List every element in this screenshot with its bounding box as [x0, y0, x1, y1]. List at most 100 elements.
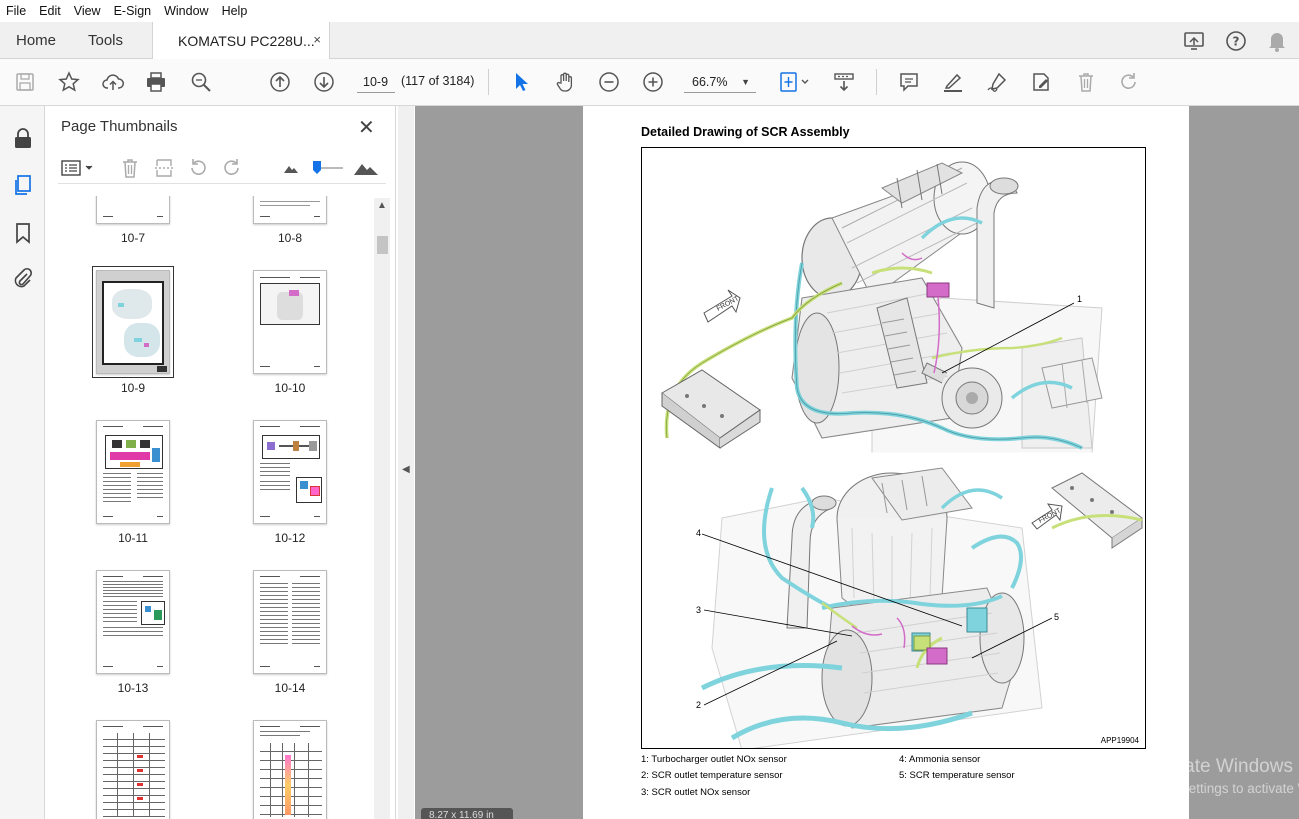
edit-stamp-icon[interactable]: [1029, 70, 1053, 94]
thumbnail-scrollbar[interactable]: ▲: [374, 198, 390, 819]
page-thumbnail[interactable]: [253, 270, 327, 374]
rotate-right-icon[interactable]: [220, 156, 244, 180]
panel-close-icon[interactable]: ✕: [358, 115, 375, 140]
thumbnail-label: 10-8: [277, 231, 303, 245]
rotate-left-icon[interactable]: [186, 156, 210, 180]
menu-bar: File Edit View E-Sign Window Help: [0, 0, 1299, 22]
tab-home[interactable]: Home: [16, 22, 56, 59]
page-number-input[interactable]: 10-9: [357, 71, 395, 93]
menu-edit[interactable]: Edit: [39, 4, 61, 18]
page-thumbnail[interactable]: [96, 570, 170, 674]
legend-item-3: 3: SCR outlet NOx sensor: [641, 787, 751, 798]
cloud-upload-icon[interactable]: [101, 70, 125, 94]
legend-item-2: 2: SCR outlet temperature sensor: [641, 770, 783, 781]
save-icon[interactable]: [13, 70, 37, 94]
page-thumbnails-icon[interactable]: [11, 173, 35, 197]
main-toolbar: 10-9 (117 of 3184) 66.7% ▼: [0, 59, 1299, 106]
toolbar-divider: [876, 69, 877, 95]
find-text-icon[interactable]: [189, 70, 213, 94]
redo-icon[interactable]: [1117, 70, 1141, 94]
notification-bell-icon[interactable]: [1266, 30, 1288, 52]
collapse-left-icon: ◀: [402, 464, 410, 475]
zoom-out-icon[interactable]: [597, 70, 621, 94]
thumbnail-label: 10-9: [120, 381, 146, 395]
activation-watermark-title: Activate Windows: [1143, 756, 1293, 777]
highlight-pen-icon[interactable]: [941, 70, 965, 94]
document-viewport[interactable]: Detailed Drawing of SCR Assembly FRONT 1…: [415, 106, 1299, 819]
scrollbar-thumb[interactable]: [377, 236, 388, 254]
next-page-icon[interactable]: [312, 70, 336, 94]
draw-pen-icon[interactable]: [985, 70, 1009, 94]
attachments-paperclip-icon[interactable]: [11, 266, 35, 290]
select-tool-icon[interactable]: [509, 70, 533, 94]
callout-5: 5: [1054, 612, 1059, 622]
thumbnail-label: 10-12: [274, 531, 306, 545]
comment-icon[interactable]: [897, 70, 921, 94]
thumbnail-label: 10-13: [117, 681, 149, 695]
share-screen-icon[interactable]: [1183, 30, 1205, 52]
scroll-mode-icon[interactable]: [832, 70, 856, 94]
menu-file[interactable]: File: [6, 4, 26, 18]
scr-assembly-figure: FRONT 1 FRONT 4 3 2 5 APP19904: [641, 147, 1146, 749]
thumbnail-label: 10-11: [118, 531, 148, 545]
tab-document[interactable]: KOMATSU PC228U... ×: [152, 22, 330, 60]
fit-page-icon[interactable]: [777, 70, 813, 94]
thumbnail-label: 10-14: [274, 681, 306, 695]
tab-tools[interactable]: Tools: [88, 22, 123, 59]
callout-4: 4: [696, 528, 701, 538]
page-thumbnails-panel: Page Thumbnails ✕ 10-7 10-8 10-9 10-10 1…: [45, 106, 396, 819]
scroll-up-icon[interactable]: ▲: [377, 200, 387, 211]
thumbnail-options-icon[interactable]: [60, 156, 96, 180]
page-thumbnail[interactable]: [96, 420, 170, 524]
page-thumbnail[interactable]: [253, 196, 327, 224]
split-pages-icon[interactable]: [152, 156, 176, 180]
hand-tool-icon[interactable]: [553, 70, 577, 94]
activation-watermark-subtitle: Go to Settings to activate Windows.: [1143, 781, 1299, 796]
delete-pages-icon[interactable]: [118, 156, 142, 180]
thumbnail-label: 10-10: [274, 381, 306, 395]
pdf-page: Detailed Drawing of SCR Assembly FRONT 1…: [583, 106, 1189, 819]
callout-2: 2: [696, 700, 701, 710]
zoom-level-select[interactable]: 66.7% ▼: [684, 71, 756, 93]
thumbnail-list: 10-7 10-8 10-9 10-10 10-11 10-12 10-13 1…: [58, 196, 374, 819]
page-thumbnail[interactable]: [96, 720, 170, 819]
zoom-level-value: 66.7%: [692, 75, 728, 89]
callout-3: 3: [696, 605, 701, 615]
page-thumbnail[interactable]: [96, 196, 170, 224]
help-icon[interactable]: ?: [1225, 30, 1247, 52]
page-thumbnail-selected[interactable]: [92, 266, 174, 378]
callout-1: 1: [1077, 294, 1082, 304]
previous-page-icon[interactable]: [268, 70, 292, 94]
menu-esign[interactable]: E-Sign: [114, 4, 152, 18]
toolbar-divider: [488, 69, 489, 95]
thumbnail-size-slider[interactable]: [309, 156, 345, 180]
chevron-down-icon: ▼: [741, 77, 750, 87]
legend-item-1: 1: Turbocharger outlet NOx sensor: [641, 754, 787, 765]
bookmarks-icon[interactable]: [11, 221, 35, 245]
panel-title: Page Thumbnails: [61, 118, 178, 135]
thumbnail-size-small-icon[interactable]: [279, 156, 303, 180]
figure-code: APP19904: [1100, 736, 1139, 745]
svg-text:?: ?: [1233, 35, 1240, 49]
delete-icon[interactable]: [1074, 70, 1098, 94]
lock-icon[interactable]: [11, 126, 35, 150]
page-thumbnail[interactable]: [253, 570, 327, 674]
page-size-indicator: 8.27 x 11.69 in: [421, 808, 513, 819]
legend-item-4: 4: Ammonia sensor: [899, 754, 981, 765]
menu-view[interactable]: View: [74, 4, 101, 18]
menu-window[interactable]: Window: [164, 4, 208, 18]
tab-document-label: KOMATSU PC228U...: [178, 33, 315, 49]
page-count: (117 of 3184): [401, 74, 475, 88]
zoom-in-icon[interactable]: [641, 70, 665, 94]
thumbnail-size-large-icon[interactable]: [352, 156, 380, 180]
tab-close-icon[interactable]: ×: [313, 32, 321, 47]
thumbnail-label: 10-7: [120, 231, 146, 245]
page-thumbnail[interactable]: [253, 420, 327, 524]
bookmark-star-icon[interactable]: [57, 70, 81, 94]
print-icon[interactable]: [144, 70, 168, 94]
scr-assembly-drawing: FRONT 1 FRONT 4 3 2 5: [661, 161, 1143, 748]
thumbnail-toolbar: [58, 154, 386, 184]
page-thumbnail[interactable]: [253, 720, 327, 819]
panel-collapse-handle[interactable]: ◀: [398, 106, 414, 819]
menu-help[interactable]: Help: [222, 4, 248, 18]
